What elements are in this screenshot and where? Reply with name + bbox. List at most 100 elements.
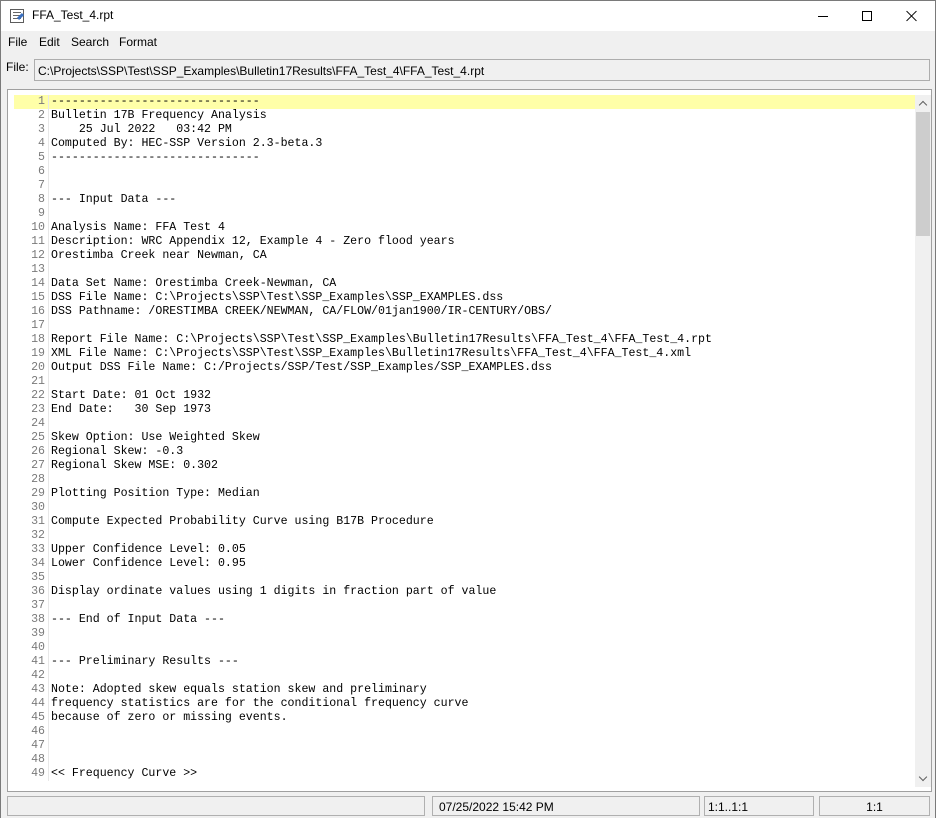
line-number: 22 — [31, 389, 45, 402]
gutter-divider — [48, 235, 49, 249]
minimize-button[interactable] — [800, 1, 846, 31]
line-number: 9 — [38, 207, 45, 220]
text-line: 7 — [14, 179, 915, 193]
line-text: Analysis Name: FFA Test 4 — [51, 221, 225, 234]
gutter-divider — [48, 375, 49, 389]
text-line: 11 Description: WRC Appendix 12, Example … — [14, 235, 915, 249]
gutter-divider — [48, 207, 49, 221]
text-line: 15 DSS File Name: C:\Projects\SSP\Test\SS… — [14, 291, 915, 305]
line-text: Note: Adopted skew equals station skew a… — [51, 683, 427, 696]
gutter-divider — [48, 389, 49, 403]
title-bar[interactable]: FFA_Test_4.rpt — [1, 1, 935, 31]
text-line: 33 Upper Confidence Level: 0.05 — [14, 543, 915, 557]
line-number: 24 — [31, 417, 45, 430]
line-number: 20 — [31, 361, 45, 374]
line-text: Regional Skew MSE: 0.302 — [51, 459, 218, 472]
line-number: 16 — [31, 305, 45, 318]
status-cursor-position: 1:1 — [819, 796, 930, 816]
gutter-divider — [48, 571, 49, 585]
gutter-divider — [48, 501, 49, 515]
line-number: 2 — [38, 109, 45, 122]
gutter-divider — [48, 641, 49, 655]
gutter-divider — [48, 263, 49, 277]
report-text-area[interactable]: 1 ------------------------------ 2 Bulletin… — [7, 89, 932, 792]
text-line: 42 — [14, 669, 915, 683]
line-number: 37 — [31, 599, 45, 612]
status-bar: 07/25/2022 15:42 PM 1:1..1:1 1:1 — [1, 794, 935, 818]
line-number: 17 — [31, 319, 45, 332]
text-line: 48 — [14, 753, 915, 767]
chevron-down-icon — [918, 772, 928, 782]
gutter-divider — [48, 613, 49, 627]
gutter-divider — [48, 627, 49, 641]
editor-content[interactable]: 1 ------------------------------ 2 Bulletin… — [14, 95, 915, 787]
gutter-divider — [48, 515, 49, 529]
line-text: DSS File Name: C:\Projects\SSP\Test\SSP_… — [51, 291, 504, 304]
line-text: Computed By: HEC-SSP Version 2.3-beta.3 — [51, 137, 323, 150]
scroll-down-button[interactable] — [915, 771, 931, 787]
gutter-divider — [48, 137, 49, 151]
file-path-field[interactable]: C:\Projects\SSP\Test\SSP_Examples\Bullet… — [34, 59, 930, 81]
line-number: 14 — [31, 277, 45, 290]
line-text: Bulletin 17B Frequency Analysis — [51, 109, 267, 122]
gutter-divider — [48, 655, 49, 669]
text-line: 10 Analysis Name: FFA Test 4 — [14, 221, 915, 235]
line-number: 34 — [31, 557, 45, 570]
gutter-divider — [48, 305, 49, 319]
gutter-divider — [48, 179, 49, 193]
text-line: 30 — [14, 501, 915, 515]
text-line: 43 Note: Adopted skew equals station skew… — [14, 683, 915, 697]
gutter-divider — [48, 333, 49, 347]
line-number: 1 — [38, 95, 45, 108]
line-text: XML File Name: C:\Projects\SSP\Test\SSP_… — [51, 347, 692, 360]
line-number: 38 — [31, 613, 45, 626]
line-number: 49 — [31, 767, 45, 780]
scroll-up-button[interactable] — [915, 95, 931, 111]
text-line: 38 --- End of Input Data --- — [14, 613, 915, 627]
line-number: 25 — [31, 431, 45, 444]
line-text: DSS Pathname: /ORESTIMBA CREEK/NEWMAN, C… — [51, 305, 552, 318]
vertical-scrollbar[interactable] — [915, 95, 931, 787]
line-number: 10 — [31, 221, 45, 234]
line-number: 28 — [31, 473, 45, 486]
text-line: 6 — [14, 165, 915, 179]
menu-search[interactable]: Search — [71, 35, 109, 49]
line-number: 30 — [31, 501, 45, 514]
line-number: 4 — [38, 137, 45, 150]
text-line: 4 Computed By: HEC-SSP Version 2.3-beta.3 — [14, 137, 915, 151]
line-number: 27 — [31, 459, 45, 472]
scrollbar-thumb[interactable] — [916, 112, 930, 236]
gutter-divider — [48, 753, 49, 767]
maximize-icon — [862, 11, 872, 21]
text-line: 3 25 Jul 2022 03:42 PM — [14, 123, 915, 137]
gutter-divider — [48, 697, 49, 711]
gutter-divider — [48, 473, 49, 487]
text-line: 13 — [14, 263, 915, 277]
text-line: 47 — [14, 739, 915, 753]
text-line: 34 Lower Confidence Level: 0.95 — [14, 557, 915, 571]
close-button[interactable] — [889, 1, 935, 31]
line-number: 32 — [31, 529, 45, 542]
gutter-divider — [48, 585, 49, 599]
line-number: 29 — [31, 487, 45, 500]
line-number: 36 — [31, 585, 45, 598]
maximize-button[interactable] — [844, 1, 890, 31]
line-text: << Frequency Curve >> — [51, 767, 198, 780]
gutter-divider — [48, 529, 49, 543]
text-line: 39 — [14, 627, 915, 641]
menu-edit[interactable]: Edit — [39, 35, 60, 49]
menu-file[interactable]: File — [8, 35, 27, 49]
status-message — [7, 796, 425, 816]
gutter-divider — [48, 277, 49, 291]
gutter-divider — [48, 221, 49, 235]
text-line: 18 Report File Name: C:\Projects\SSP\Test… — [14, 333, 915, 347]
gutter-divider — [48, 193, 49, 207]
text-line: 36 Display ordinate values using 1 digits… — [14, 585, 915, 599]
line-number: 7 — [38, 179, 45, 192]
close-icon — [906, 10, 918, 22]
text-line: 25 Skew Option: Use Weighted Skew — [14, 431, 915, 445]
menu-format[interactable]: Format — [119, 35, 157, 49]
text-line: 41 --- Preliminary Results --- — [14, 655, 915, 669]
gutter-divider — [48, 557, 49, 571]
line-text: --- End of Input Data --- — [51, 613, 225, 626]
